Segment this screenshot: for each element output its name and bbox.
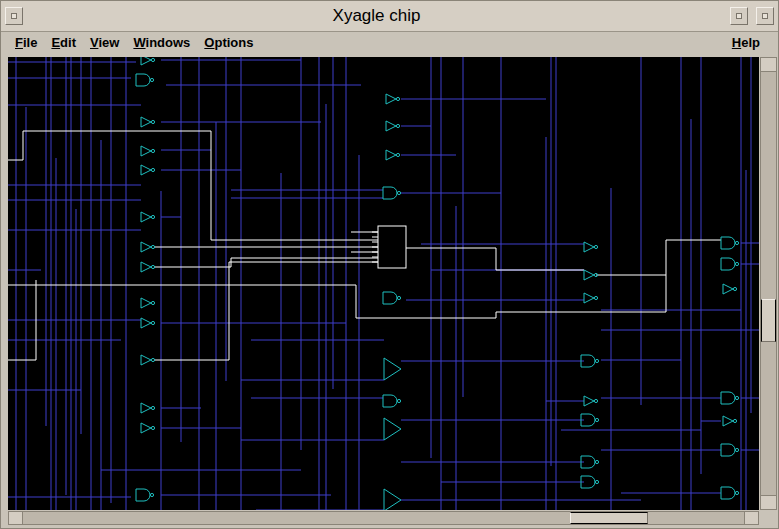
buffer-gate[interactable] [386, 121, 400, 131]
scroll-left-icon[interactable] [9, 512, 23, 524]
window-menu-button-mark [11, 13, 17, 19]
buffer-gate[interactable] [141, 57, 155, 65]
title-bar[interactable]: Xyagle chip [1, 1, 778, 32]
buffer-gate[interactable] [386, 150, 400, 160]
menu-item[interactable]: Windows [133, 33, 190, 53]
block-cell[interactable] [372, 226, 406, 268]
window-title: Xyagle chip [31, 3, 722, 29]
buffer-gate[interactable] [141, 298, 155, 308]
nand-gate[interactable] [721, 392, 739, 404]
buffer-gate[interactable] [141, 242, 155, 252]
nand-gate[interactable] [383, 292, 401, 304]
nand-gate[interactable] [721, 237, 739, 249]
buffer-gate[interactable] [723, 284, 737, 294]
buffer-gate[interactable] [584, 293, 598, 303]
scroll-down-icon[interactable] [761, 495, 776, 509]
schematic-canvas[interactable] [8, 57, 759, 510]
buffer-gate[interactable] [584, 242, 598, 252]
nand-gate[interactable] [721, 258, 739, 270]
amplifier-gate[interactable] [384, 489, 401, 510]
buffer-gate[interactable] [141, 165, 155, 175]
nand-gate[interactable] [721, 444, 739, 456]
app-window: Xyagle chip File Edit View Windows Options Hel… [0, 0, 779, 529]
nand-gate[interactable] [383, 187, 401, 199]
buffer-gate[interactable] [723, 416, 737, 426]
menu-item[interactable]: Edit [51, 33, 76, 53]
schematic-drawing [8, 57, 759, 510]
menu-bar: File Edit View Windows Options Help [1, 32, 778, 54]
help-menu[interactable]: Help [732, 33, 760, 53]
vertical-scrollbar[interactable] [760, 57, 777, 510]
nand-gate[interactable] [383, 395, 401, 407]
menu-item[interactable]: Options [204, 33, 253, 53]
nand-gate[interactable] [136, 489, 154, 501]
horizontal-scrollbar[interactable] [8, 511, 759, 525]
buffer-gate[interactable] [141, 212, 155, 222]
scroll-right-icon[interactable] [744, 512, 758, 524]
maximize-button-mark [762, 13, 768, 19]
nand-gate[interactable] [136, 74, 154, 86]
buffer-gate[interactable] [141, 318, 155, 328]
amplifier-gate[interactable] [384, 418, 401, 440]
buffer-gate[interactable] [141, 146, 155, 156]
buffer-gate[interactable] [584, 270, 598, 280]
menu-item[interactable]: File [15, 33, 37, 53]
amplifier-gate[interactable] [384, 358, 401, 380]
scroll-up-icon[interactable] [761, 58, 776, 72]
buffer-gate[interactable] [141, 355, 155, 365]
minimize-button-mark [736, 13, 742, 19]
buffer-gate[interactable] [141, 262, 155, 272]
buffer-gate[interactable] [141, 117, 155, 127]
minimize-button[interactable] [730, 7, 748, 25]
nand-gate[interactable] [581, 414, 599, 426]
nand-gate[interactable] [581, 456, 599, 468]
buffer-gate[interactable] [386, 94, 400, 104]
maximize-button[interactable] [756, 7, 774, 25]
horizontal-scroll-thumb[interactable] [570, 512, 648, 524]
nand-gate[interactable] [721, 487, 739, 499]
window-menu-button[interactable] [5, 7, 23, 25]
menu-item[interactable]: View [90, 33, 119, 53]
buffer-gate[interactable] [141, 423, 155, 433]
nand-gate[interactable] [581, 476, 599, 488]
vertical-scroll-thumb[interactable] [761, 299, 776, 342]
buffer-gate[interactable] [141, 403, 155, 413]
nand-gate[interactable] [581, 355, 599, 367]
buffer-gate[interactable] [584, 396, 598, 406]
